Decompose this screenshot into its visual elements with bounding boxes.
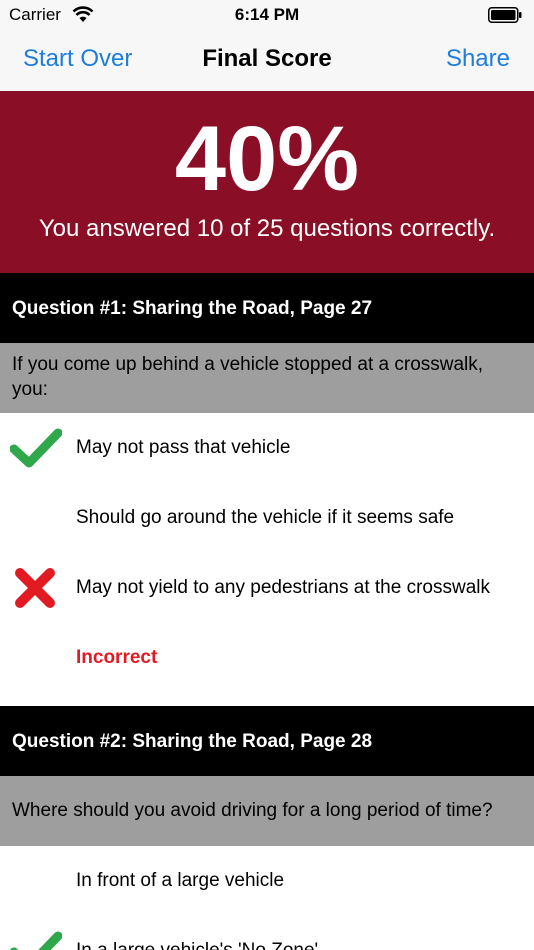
answer-text: Should go around the vehicle if it seems…	[76, 507, 455, 528]
answer-row[interactable]: May not yield to any pedestrians at the …	[0, 553, 534, 623]
result-label: Incorrect	[76, 647, 158, 668]
question-header: Question #1: Sharing the Road, Page 27	[0, 273, 534, 343]
answer-row[interactable]: In front of a large vehicle	[0, 846, 534, 916]
check-icon	[10, 428, 62, 468]
question-prompt: If you come up behind a vehicle stopped …	[0, 343, 534, 413]
answer-text: In a large vehicle's 'No Zone'	[76, 940, 318, 950]
status-time: 6:14 PM	[234, 5, 300, 24]
answer-row[interactable]: Should go around the vehicle if it seems…	[0, 483, 534, 553]
check-icon	[10, 931, 62, 950]
score-percent: 40%	[174, 108, 360, 210]
question-header: Question #2: Sharing the Road, Page 28	[0, 706, 534, 776]
cross-icon	[15, 568, 55, 608]
score-summary: You answered 10 of 25 questions correctl…	[38, 215, 496, 242]
answer-text: May not yield to any pedestrians at the …	[76, 577, 490, 598]
answer-mark	[0, 413, 76, 483]
answer-mark	[0, 916, 76, 950]
answer-mark	[0, 553, 76, 623]
answer-mark	[0, 483, 76, 553]
start-over-button[interactable]: Start Over	[23, 45, 132, 73]
answer-row[interactable]: May not pass that vehicle	[0, 413, 534, 483]
navigation-bar: Start Over Final Score Share	[0, 30, 534, 91]
answer-row[interactable]: In a large vehicle's 'No Zone'	[0, 916, 534, 950]
question-prompt: Where should you avoid driving for a lon…	[0, 776, 534, 846]
battery-icon	[488, 7, 522, 23]
answer-text: May not pass that vehicle	[76, 437, 291, 458]
status-bar: Carrier 6:14 PM	[0, 0, 534, 30]
answer-text: In front of a large vehicle	[76, 870, 285, 891]
answer-mark	[0, 846, 76, 916]
score-banner: 40% You answered 10 of 25 questions corr…	[0, 91, 534, 273]
share-button[interactable]: Share	[446, 45, 510, 73]
